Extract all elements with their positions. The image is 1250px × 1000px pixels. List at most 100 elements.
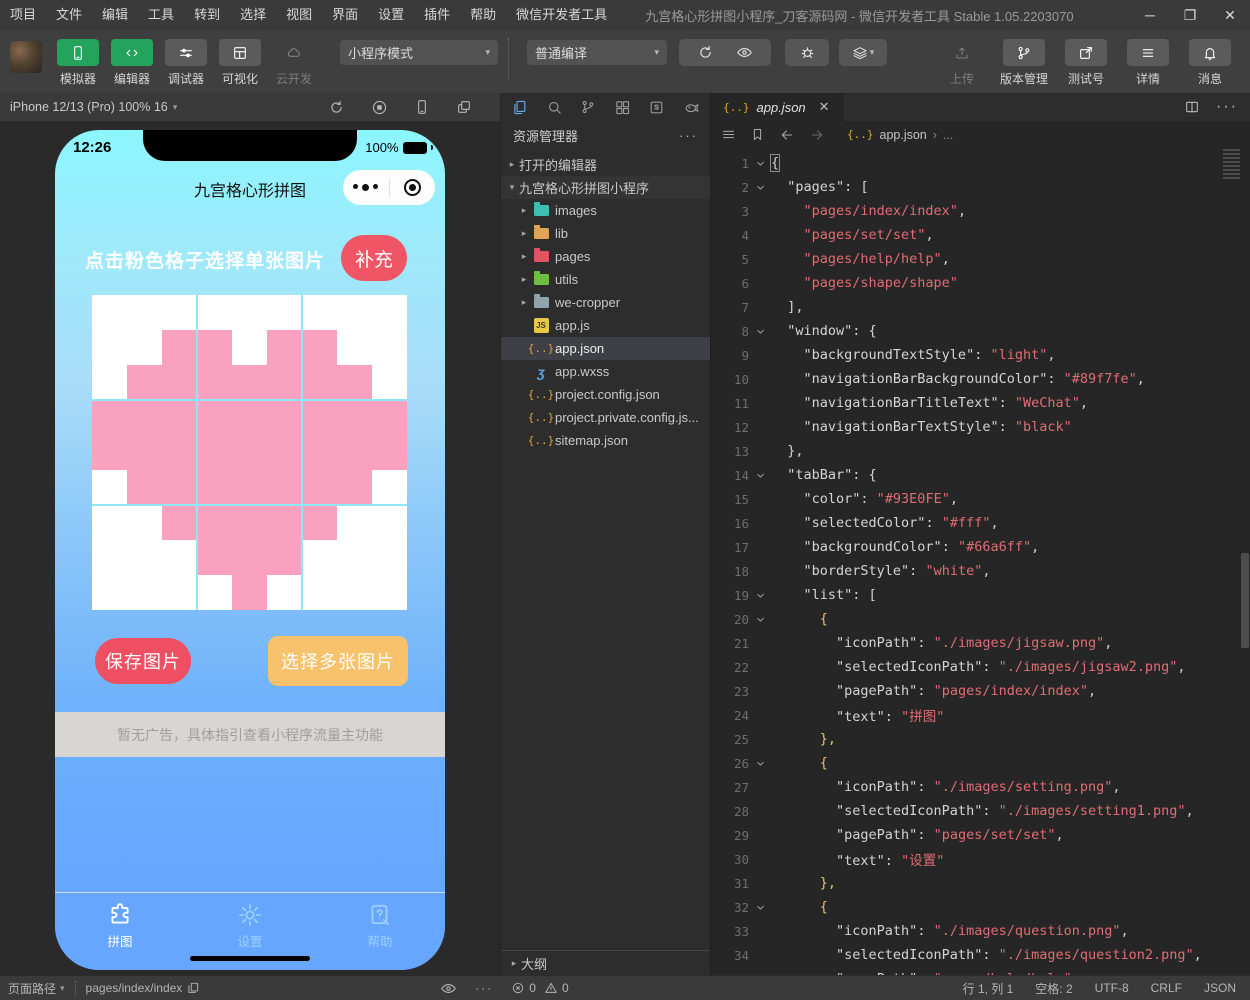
menu-1[interactable]: 文件 [46, 0, 92, 30]
heart-cell[interactable] [162, 435, 197, 470]
heart-cell[interactable] [267, 435, 302, 470]
heart-cell[interactable] [197, 575, 232, 610]
code-line-12[interactable]: 12 "navigationBarTextStyle": "black" [711, 415, 1250, 439]
toolbar-bell-button[interactable]: 消息 [1186, 39, 1234, 87]
code-line-24[interactable]: 24 "text": "拼图" [711, 703, 1250, 727]
heart-cell[interactable] [232, 470, 267, 505]
heart-cell[interactable] [162, 400, 197, 435]
code-line-32[interactable]: 32 { [711, 895, 1250, 919]
heart-cell[interactable] [372, 540, 407, 575]
heart-cell[interactable] [197, 540, 232, 575]
menu-8[interactable]: 设置 [368, 0, 414, 30]
fold-chevron-icon[interactable] [749, 589, 771, 602]
remote-debug-button[interactable] [785, 39, 829, 66]
heart-cell[interactable] [92, 330, 127, 365]
preview-button[interactable] [736, 44, 753, 61]
snippets-icon[interactable] [648, 99, 665, 116]
heart-cell[interactable] [127, 505, 162, 540]
bookmark-icon[interactable] [750, 127, 765, 142]
heart-cell[interactable] [92, 505, 127, 540]
search-icon[interactable] [546, 99, 563, 116]
heart-cell[interactable] [372, 365, 407, 400]
heart-cell[interactable] [267, 470, 302, 505]
heart-cell[interactable] [372, 575, 407, 610]
toolbar-layout-button[interactable]: 可视化 [216, 39, 264, 87]
heart-cell[interactable] [127, 470, 162, 505]
heart-cell[interactable] [337, 330, 372, 365]
heart-cell[interactable] [197, 365, 232, 400]
menu-10[interactable]: 帮助 [460, 0, 506, 30]
eye-icon[interactable] [440, 980, 457, 997]
heart-cell[interactable] [337, 540, 372, 575]
heart-cell[interactable] [197, 330, 232, 365]
outline-section[interactable]: ▸ 大纲 [501, 950, 710, 975]
page-path-selector[interactable]: 页面路径 ▾ [8, 980, 65, 997]
code-line-22[interactable]: 22 "selectedIconPath": "./images/jigsaw2… [711, 655, 1250, 679]
heart-cell[interactable] [302, 575, 337, 610]
fold-chevron-icon[interactable] [749, 469, 771, 482]
phone-tab-puzzle[interactable]: 拼图 [55, 893, 185, 970]
heart-cell[interactable] [337, 470, 372, 505]
heart-cell[interactable] [232, 330, 267, 365]
fold-chevron-icon[interactable] [749, 613, 771, 626]
fold-chevron-icon[interactable] [749, 325, 771, 338]
heart-cell[interactable] [127, 330, 162, 365]
toolbar-cloud-button[interactable]: 云开发 [270, 39, 318, 87]
menu-11[interactable]: 微信开发者工具 [506, 0, 617, 30]
heart-cell[interactable] [267, 575, 302, 610]
heart-cell[interactable] [337, 435, 372, 470]
heart-cell[interactable] [162, 470, 197, 505]
heart-cell[interactable] [337, 505, 372, 540]
fold-chevron-icon[interactable] [749, 901, 771, 914]
heart-puzzle-grid[interactable] [92, 295, 407, 610]
code-line-35[interactable]: 35 "pagePath": "pages/help/help" [711, 967, 1250, 975]
code-line-8[interactable]: 8 "window": { [711, 319, 1250, 343]
code-line-28[interactable]: 28 "selectedIconPath": "./images/setting… [711, 799, 1250, 823]
files-icon[interactable] [511, 99, 528, 116]
code-line-9[interactable]: 9 "backgroundTextStyle": "light", [711, 343, 1250, 367]
file-app.js[interactable]: JS app.js [501, 314, 710, 337]
heart-cell[interactable] [197, 505, 232, 540]
close-capsule-button[interactable] [390, 179, 436, 196]
back-arrow-icon[interactable] [779, 127, 795, 143]
heart-cell[interactable] [302, 470, 337, 505]
toolbar-phone-button[interactable]: 模拟器 [54, 39, 102, 87]
code-line-15[interactable]: 15 "color": "#93E0FE", [711, 487, 1250, 511]
close-button[interactable]: ✕ [1210, 0, 1250, 30]
code-line-34[interactable]: 34 "selectedIconPath": "./images/questio… [711, 943, 1250, 967]
menu-0[interactable]: 项目 [0, 0, 46, 30]
heart-cell[interactable] [302, 505, 337, 540]
fold-chevron-icon[interactable] [749, 181, 771, 194]
heart-cell[interactable] [302, 400, 337, 435]
heart-cell[interactable] [337, 365, 372, 400]
code-line-31[interactable]: 31 }, [711, 871, 1250, 895]
heart-cell[interactable] [267, 330, 302, 365]
language-mode[interactable]: JSON [1204, 981, 1236, 995]
npm-icon[interactable] [683, 99, 700, 116]
heart-cell[interactable] [232, 505, 267, 540]
file-we-cropper[interactable]: ▸ we-cropper [501, 291, 710, 314]
mode-select[interactable]: 小程序模式 ▾ [340, 40, 498, 65]
extensions-icon[interactable] [614, 99, 631, 116]
heart-cell[interactable] [232, 295, 267, 330]
heart-cell[interactable] [92, 575, 127, 610]
device-selector[interactable]: iPhone 12/13 (Pro) 100% 16 [10, 100, 168, 114]
problems-indicator[interactable]: 0 0 [511, 981, 569, 995]
code-line-30[interactable]: 30 "text": "设置" [711, 847, 1250, 871]
minimize-button[interactable]: ─ [1130, 0, 1170, 30]
heart-cell[interactable] [197, 400, 232, 435]
heart-cell[interactable] [267, 505, 302, 540]
code-line-7[interactable]: 7 ], [711, 295, 1250, 319]
menu-5[interactable]: 选择 [230, 0, 276, 30]
statusbar-more-button[interactable]: ··· [475, 981, 493, 995]
eol-setting[interactable]: CRLF [1151, 981, 1182, 995]
heart-cell[interactable] [162, 505, 197, 540]
heart-cell[interactable] [127, 295, 162, 330]
explorer-more-button[interactable]: ··· [679, 128, 698, 143]
heart-cell[interactable] [92, 435, 127, 470]
project-root-folder[interactable]: ▾ 九宫格心形拼图小程序 [501, 176, 710, 199]
indent-setting[interactable]: 空格: 2 [1035, 980, 1072, 997]
code-line-1[interactable]: 1 { [711, 151, 1250, 175]
code-line-29[interactable]: 29 "pagePath": "pages/set/set", [711, 823, 1250, 847]
code-line-17[interactable]: 17 "backgroundColor": "#66a6ff", [711, 535, 1250, 559]
